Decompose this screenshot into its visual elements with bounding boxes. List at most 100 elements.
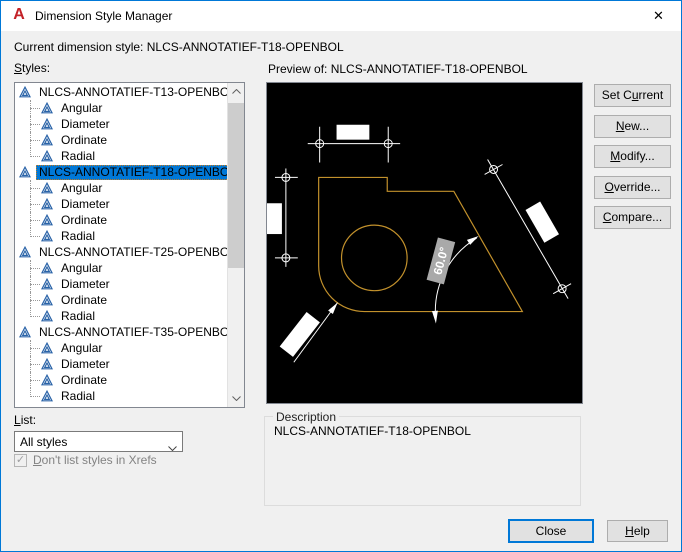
tree-connector (29, 260, 41, 276)
tree-item-label: NLCS-ANNOTATIEF-T18-OPENBOL (36, 164, 239, 180)
tree-item-substyle[interactable]: Ordinate (15, 212, 227, 228)
dimension-style-icon (41, 310, 53, 322)
description-value: NLCS-ANNOTATIEF-T18-OPENBOL (274, 424, 471, 438)
tree-connector (29, 180, 41, 196)
tree-connector (29, 356, 41, 372)
preview-geometry (318, 176, 524, 313)
tree-item-substyle[interactable]: Diameter (15, 276, 227, 292)
tree-connector (29, 308, 41, 324)
tree-item-label: Ordinate (61, 132, 108, 147)
compare-button[interactable]: Compare... (594, 206, 671, 229)
tree-item-substyle[interactable]: Radial (15, 228, 227, 244)
styles-heading: Styles: (14, 61, 51, 75)
dimension-style-icon (19, 246, 31, 258)
tree-item-substyle[interactable]: Radial (15, 148, 227, 164)
modify-button[interactable]: Modify... (594, 145, 671, 168)
list-filter-value: All styles (20, 434, 68, 449)
tree-connector (29, 132, 41, 148)
tree-connector (29, 196, 41, 212)
tree-connector (29, 148, 41, 164)
scrollbar-thumb[interactable] (228, 103, 244, 268)
tree-item-substyle[interactable]: Angular (15, 340, 227, 356)
styles-list-scrollbar[interactable] (227, 83, 244, 407)
tree-item-substyle[interactable]: Ordinate (15, 372, 227, 388)
tree-item-label: Radial (61, 388, 96, 403)
xref-checkbox-label: Don't list styles in Xrefs (33, 453, 157, 467)
tree-item-label: NLCS-ANNOTATIEF-T25-OPENBOL (39, 244, 236, 259)
tree-item-label: Angular (61, 260, 103, 275)
tree-connector (29, 388, 41, 404)
tree-item-label: Angular (61, 340, 103, 355)
tree-item-label: Radial (61, 308, 96, 323)
tree-item-style[interactable]: NLCS-ANNOTATIEF-T25-OPENBOL (15, 244, 236, 260)
xref-checkbox[interactable]: ✓ (14, 453, 27, 467)
styles-list[interactable]: NLCS-ANNOTATIEF-T13-OPENBOL Angular Diam… (14, 82, 245, 408)
dimension-style-icon (41, 214, 53, 226)
dimension-style-icon (41, 294, 53, 306)
tree-item-label: Ordinate (61, 292, 108, 307)
dimension-style-icon (19, 326, 31, 338)
dimension-style-icon (41, 230, 53, 242)
tree-item-substyle[interactable]: Angular (15, 100, 227, 116)
preview-label: Preview of: NLCS-ANNOTATIEF-T18-OPENBOL (268, 62, 528, 76)
tree-item-substyle[interactable]: Ordinate (15, 132, 227, 148)
dimension-style-icon (19, 86, 31, 98)
dimension-style-icon (41, 342, 53, 354)
tree-connector (29, 228, 41, 244)
new-button[interactable]: New... (594, 115, 671, 138)
preview-dimension-lines (274, 126, 572, 363)
dimension-style-icon (41, 278, 53, 290)
list-filter-label: List: (14, 413, 37, 427)
dimension-style-icon (19, 166, 31, 178)
tree-item-label: Diameter (61, 116, 110, 131)
list-filter-dropdown[interactable]: All styles (14, 431, 183, 452)
xref-checkbox-row: ✓ Don't list styles in Xrefs (14, 453, 157, 467)
description-label: Description (273, 410, 340, 424)
tree-item-label: Angular (61, 100, 103, 115)
close-button[interactable]: Close (508, 519, 594, 543)
tree-item-substyle[interactable]: Radial (15, 308, 227, 324)
tree-item-substyle[interactable]: Ordinate (15, 292, 227, 308)
tree-item-substyle[interactable]: Diameter (15, 196, 227, 212)
dimension-style-icon (41, 358, 53, 370)
current-style-line: Current dimension style: NLCS-ANNOTATIEF… (14, 40, 344, 54)
styles-tree: NLCS-ANNOTATIEF-T13-OPENBOL Angular Diam… (15, 84, 239, 404)
set-current-button[interactable]: Set Current (594, 84, 671, 107)
window-title: Dimension Style Manager (35, 9, 173, 23)
tree-item-label: Radial (61, 228, 96, 243)
override-button[interactable]: Override... (594, 176, 671, 199)
tree-connector (29, 212, 41, 228)
tree-item-label: NLCS-ANNOTATIEF-T35-OPENBOL (39, 324, 236, 339)
tree-item-label: Diameter (61, 196, 110, 211)
description-group: Description NLCS-ANNOTATIEF-T18-OPENBOL (264, 410, 581, 506)
dimension-style-icon (41, 150, 53, 162)
dimension-preview-drawing: 60.0° (267, 124, 572, 363)
dimension-style-icon (41, 390, 53, 402)
scroll-up-icon[interactable] (228, 83, 244, 100)
preview-angle-text: 60.0° (426, 237, 456, 285)
tree-item-label: Ordinate (61, 372, 108, 387)
dimension-style-icon (41, 134, 53, 146)
tree-item-substyle[interactable]: Radial (15, 388, 227, 404)
tree-connector (29, 100, 41, 116)
tree-item-style-selected[interactable]: NLCS-ANNOTATIEF-T18-OPENBOL (15, 164, 239, 180)
tree-item-substyle[interactable]: Angular (15, 260, 227, 276)
tree-item-style[interactable]: NLCS-ANNOTATIEF-T35-OPENBOL (15, 324, 236, 340)
help-button[interactable]: Help (607, 520, 668, 542)
tree-item-label: NLCS-ANNOTATIEF-T13-OPENBOL (39, 84, 236, 99)
tree-item-label: Diameter (61, 356, 110, 371)
tree-item-substyle[interactable]: Angular (15, 180, 227, 196)
preview-dimension-text-blobs (267, 124, 560, 357)
dimension-style-icon (41, 374, 53, 386)
tree-item-label: Diameter (61, 276, 110, 291)
tree-item-label: Radial (61, 148, 96, 163)
close-window-icon[interactable]: ✕ (636, 1, 681, 31)
current-style-label: Current dimension style: (14, 40, 144, 54)
tree-item-style[interactable]: NLCS-ANNOTATIEF-T13-OPENBOL (15, 84, 236, 100)
tree-item-substyle[interactable]: Diameter (15, 116, 227, 132)
tree-connector (29, 340, 41, 356)
dimension-style-icon (41, 102, 53, 114)
tree-item-substyle[interactable]: Diameter (15, 356, 227, 372)
scroll-down-icon[interactable] (228, 390, 244, 407)
dimension-style-icon (41, 262, 53, 274)
